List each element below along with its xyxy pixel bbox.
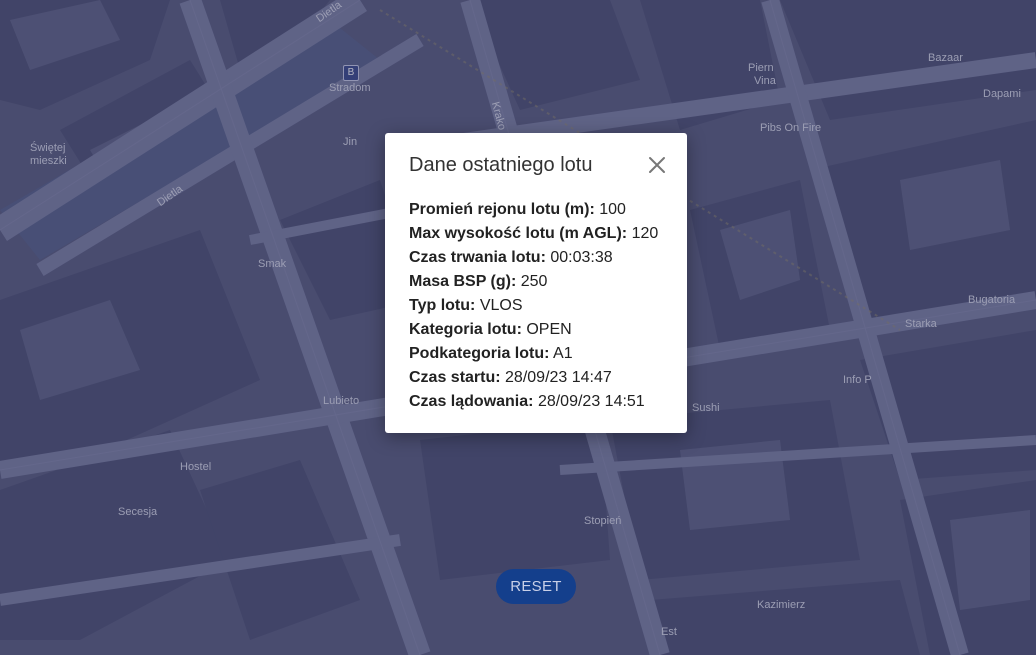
map-label-poi: Lubieto (323, 395, 360, 407)
detail-value: 00:03:38 (550, 249, 613, 266)
map-label-poi: Smak (258, 258, 287, 270)
detail-label: Czas trwania lotu: (409, 249, 546, 266)
detail-row-max-altitude: Max wysokość lotu (m AGL): 120 (409, 222, 677, 246)
detail-label: Czas lądowania: (409, 393, 534, 410)
map-label-poi: Starka (905, 318, 937, 330)
detail-row-flight-type: Typ lotu: VLOS (409, 294, 677, 318)
map-label-poi: Secesja (118, 506, 158, 518)
detail-value: OPEN (526, 321, 572, 338)
detail-value: A1 (553, 345, 573, 362)
map-label-area: mieszki (30, 155, 67, 167)
detail-label: Typ lotu: (409, 297, 476, 314)
detail-value: 100 (599, 201, 626, 218)
map-label-poi: Vina (754, 75, 776, 87)
flight-details-list: Promień rejonu lotu (m): 100 Max wysokoś… (409, 198, 677, 414)
detail-value: 28/09/23 14:51 (537, 393, 645, 410)
detail-label: Kategoria lotu: (409, 321, 522, 338)
detail-row-category: Kategoria lotu: OPEN (409, 318, 677, 342)
detail-label: Promień rejonu lotu (m): (409, 201, 595, 218)
reset-button[interactable]: RESET (496, 569, 576, 604)
map-label-poi: Bazaar (928, 52, 963, 64)
modal-title: Dane ostatniego lotu (409, 154, 593, 176)
map-label-poi: Sushi (692, 402, 720, 414)
detail-value: 250 (520, 273, 548, 290)
map-label-poi: Est (661, 626, 677, 638)
map-label-poi: Bugatoria (968, 294, 1016, 306)
detail-row-duration: Czas trwania lotu: 00:03:38 (409, 246, 677, 270)
map-label-poi: Stopień (584, 515, 622, 527)
detail-value: 28/09/23 14:47 (505, 369, 612, 386)
map-label-poi: Dapami (983, 88, 1021, 100)
detail-label: Czas startu: (409, 369, 501, 386)
detail-row-radius: Promień rejonu lotu (m): 100 (409, 198, 677, 222)
detail-row-mass: Masa BSP (g): 250 (409, 270, 677, 294)
close-icon (649, 157, 665, 173)
map-label-poi: Piern (748, 62, 774, 74)
detail-label: Masa BSP (g): (409, 273, 517, 290)
map-label-poi: Stradom (329, 82, 371, 94)
tram-stop-icon: B (343, 65, 359, 81)
detail-row-start-time: Czas startu: 28/09/23 14:47 (409, 366, 677, 390)
detail-label: Max wysokość lotu (m AGL): (409, 225, 628, 242)
map-label-poi: Pibs On Fire (760, 122, 822, 134)
flight-details-modal: Dane ostatniego lotu Promień rejonu lotu… (385, 133, 687, 433)
map-label-area: Świętej (30, 142, 66, 154)
detail-row-landing-time: Czas lądowania: 28/09/23 14:51 (409, 390, 677, 414)
map-label-poi: Hostel (180, 461, 212, 473)
map-label-poi: Jin (343, 136, 358, 148)
map-label-poi: Info P (843, 374, 872, 386)
detail-value: 120 (631, 225, 659, 242)
close-button[interactable] (643, 151, 671, 179)
detail-value: VLOS (479, 297, 523, 314)
detail-label: Podkategoria lotu: (409, 345, 550, 362)
detail-row-subcategory: Podkategoria lotu: A1 (409, 342, 677, 366)
map-label-area: Kazimierz (757, 599, 806, 611)
